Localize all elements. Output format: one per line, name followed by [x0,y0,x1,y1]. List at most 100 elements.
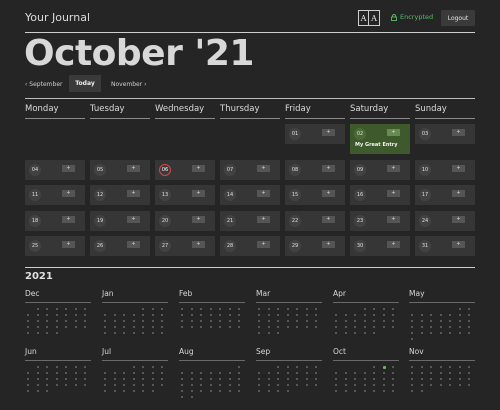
mini-day-dot[interactable] [430,366,432,368]
mini-day-dot[interactable] [46,308,48,310]
logout-button[interactable]: Logout [441,10,475,26]
mini-day-dot[interactable] [267,390,270,392]
mini-day-dot[interactable] [335,378,337,380]
mini-day-dot[interactable] [449,314,451,316]
mini-day-dot[interactable] [373,366,375,368]
mini-day-dot[interactable] [123,320,125,322]
mini-day-dot[interactable] [392,372,394,374]
mini-day-dot[interactable] [190,372,193,374]
mini-day-dot[interactable] [55,314,58,316]
mini-day-dot[interactable] [305,320,308,322]
mini-day-dot[interactable] [286,320,289,322]
mini-day-dot[interactable] [36,332,39,334]
mini-day-dot[interactable] [104,320,106,322]
add-entry-button[interactable]: + [257,216,270,223]
mini-day-dot[interactable] [458,326,461,328]
mini-day-dot[interactable] [439,326,442,328]
mini-day-dot[interactable] [373,326,375,328]
mini-day-dot[interactable] [458,308,461,310]
day-cell-12[interactable]: 12 + [90,185,150,205]
mini-day-dot[interactable] [258,320,260,322]
mini-day-dot[interactable] [36,384,39,386]
mini-day-dot[interactable] [363,308,366,310]
mini-day-dot[interactable] [161,366,163,368]
mini-day-dot[interactable] [439,320,442,322]
mini-day-dot[interactable] [335,332,337,334]
mini-day-dot[interactable] [296,314,298,316]
mini-day-dot[interactable] [123,332,125,334]
mini-day-dot[interactable] [277,308,279,310]
day-cell-08[interactable]: 08 + [285,160,345,180]
mini-day-dot[interactable] [46,384,48,386]
mini-day-dot[interactable] [132,326,135,328]
mini-day-dot[interactable] [468,320,470,322]
mini-day-dot[interactable] [335,390,337,392]
day-cell-09[interactable]: 09 + [350,160,410,180]
mini-day-dot[interactable] [411,320,413,322]
mini-day-dot[interactable] [65,378,67,380]
mini-day-dot[interactable] [142,332,144,334]
mini-day-dot[interactable] [411,338,413,340]
mini-day-dot[interactable] [200,308,202,310]
mini-day-dot[interactable] [151,372,154,374]
mini-day-dot[interactable] [392,366,394,368]
add-entry-button[interactable]: + [127,165,140,172]
mini-day-dot[interactable] [382,308,385,310]
mini-day-dot[interactable] [392,308,394,310]
mini-day-dot[interactable] [36,366,39,368]
mini-day-dot[interactable] [344,390,347,392]
mini-day-dot[interactable] [315,384,317,386]
mini-day-dot[interactable] [296,308,298,310]
mini-day-dot[interactable] [104,326,106,328]
mini-day-dot[interactable] [449,378,451,380]
mini-day-dot[interactable] [209,390,212,392]
mini-day-dot[interactable] [151,384,154,386]
mini-day-dot[interactable] [190,390,193,392]
mini-day-dot[interactable] [190,396,193,398]
mini-day-dot[interactable] [219,378,221,380]
mini-day-dot[interactable] [219,372,221,374]
mini-day-dot[interactable] [113,378,116,380]
mini-day-dot[interactable] [209,320,212,322]
mini-day-dot[interactable] [65,326,67,328]
mini-day-dot[interactable] [392,390,394,392]
mini-day-dot[interactable] [209,384,212,386]
mini-day-dot[interactable] [258,390,260,392]
entry-title[interactable]: My Great Entry [355,142,398,148]
mini-day-dot[interactable] [209,314,212,316]
mini-day-dot[interactable] [123,378,125,380]
mini-day-dot[interactable] [238,390,240,392]
mini-day-dot[interactable] [123,314,125,316]
mini-day-dot[interactable] [449,332,451,334]
mini-day-dot[interactable] [238,326,240,328]
mini-day-dot[interactable] [420,314,423,316]
add-entry-button[interactable]: + [322,190,335,197]
mini-day-dot[interactable] [161,384,163,386]
mini-day-dot[interactable] [305,372,308,374]
mini-day-dot[interactable] [36,320,39,322]
mini-day-dot[interactable] [142,378,144,380]
mini-day-dot[interactable] [296,320,298,322]
mini-day-dot[interactable] [296,366,298,368]
mini-day-dot[interactable] [74,378,77,380]
mini-day-dot[interactable] [354,372,356,374]
mini-day-dot[interactable] [344,384,347,386]
mini-day-dot[interactable] [84,326,86,328]
mini-day-dot[interactable] [36,372,39,374]
mini-day-dot[interactable] [200,314,202,316]
mini-day-dot[interactable] [315,320,317,322]
mini-day-dot[interactable] [258,372,260,374]
mini-day-dot[interactable] [363,372,366,374]
mini-day-dot[interactable] [151,320,154,322]
mini-day-dot[interactable] [142,372,144,374]
mini-day-dot[interactable] [151,390,154,392]
mini-day-dot[interactable] [458,314,461,316]
mini-day-dot[interactable] [65,384,67,386]
add-entry-button[interactable]: + [62,165,75,172]
mini-day-dot[interactable] [363,320,366,322]
mini-day-dot[interactable] [113,390,116,392]
add-entry-button[interactable]: + [452,241,465,248]
mini-day-dot[interactable] [382,390,385,392]
mini-day-dot[interactable] [74,320,77,322]
mini-day-dot[interactable] [65,366,67,368]
